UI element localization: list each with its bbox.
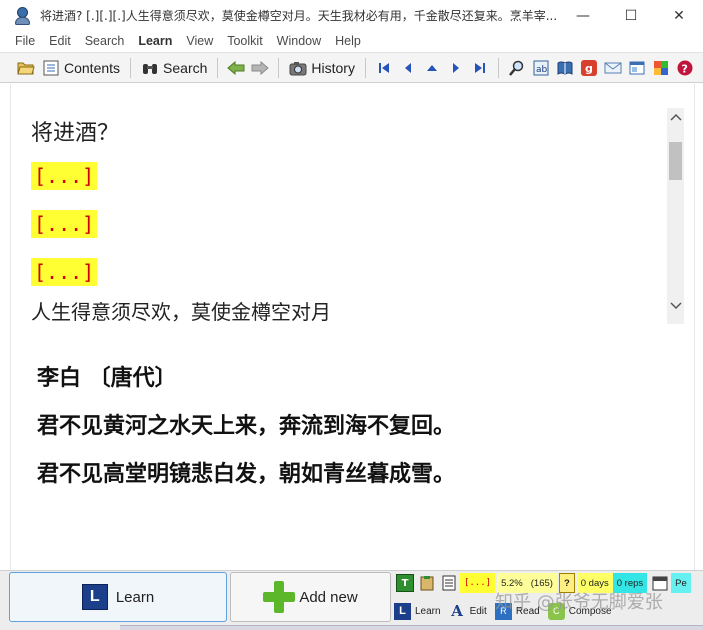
next-icon[interactable] <box>447 59 465 77</box>
tab-compose-label: Compose <box>568 605 612 617</box>
status-bar: T [...] 5.2% (165) ? 0 days 0 reps Pe <box>394 572 703 594</box>
history-label: History <box>311 59 355 76</box>
toolbar-divider <box>497 57 499 78</box>
mail-icon[interactable] <box>604 59 622 77</box>
toolbar-divider <box>278 57 280 78</box>
answer-pane[interactable]: 李白 〔唐代〕 君不见黄河之水天上来，奔流到海不复回。 君不见高堂明镜悲白发，朝… <box>37 354 657 498</box>
last-icon[interactable] <box>471 59 489 77</box>
learn-button[interactable]: L Learn <box>9 572 227 622</box>
question-title: 将进酒？ <box>31 121 120 146</box>
learn-icon: L <box>81 584 108 610</box>
window-controls: — ☐ ✕ <box>559 0 703 31</box>
percent-indicator: 5.2% (165) <box>497 573 557 593</box>
search-label: Search <box>163 59 208 76</box>
menu-search[interactable]: Search <box>78 34 132 48</box>
tab-learn[interactable]: L Learn <box>394 602 441 620</box>
menu-edit[interactable]: Edit <box>42 34 78 48</box>
title-bar: 将进酒? [.][.][.]人生得意须尽欢，莫使金樽空对月。天生我材必有用，千金… <box>0 0 703 31</box>
back-arrow-icon[interactable] <box>227 59 245 77</box>
learn-button-label: Learn <box>115 588 155 606</box>
window-layout-icon[interactable] <box>628 59 646 77</box>
answer-line: 君不见黄河之水天上来，奔流到海不复回。 <box>37 413 456 439</box>
contents-icon <box>42 59 60 77</box>
binoculars-icon <box>141 59 159 77</box>
cloze-status-icon[interactable]: [...] <box>460 573 496 593</box>
answer-author: 李白 〔唐代〕 <box>37 365 177 391</box>
reps-indicator: 0 reps <box>612 573 648 593</box>
question-pane[interactable]: 将进酒？ [...] [...] [...] 人生得意须尽欢，莫使金樽空对月 <box>31 112 651 324</box>
window-title: 将进酒? [.][.][.]人生得意须尽欢，莫使金樽空对月。天生我材必有用，千金… <box>40 9 558 23</box>
calendar-icon[interactable] <box>651 574 669 592</box>
document-icon[interactable] <box>440 574 458 592</box>
clipboard-icon[interactable] <box>418 574 436 592</box>
parent-icon[interactable] <box>423 59 441 77</box>
history-button[interactable]: History <box>285 56 359 80</box>
toolbar: Contents Search History ab g ? <box>0 52 703 83</box>
cloze-placeholder: [...] <box>31 258 98 286</box>
forward-arrow-icon[interactable] <box>251 59 270 77</box>
dictionary-icon[interactable]: ab <box>532 59 550 77</box>
open-folder-icon[interactable] <box>17 59 35 77</box>
book-icon[interactable] <box>556 59 574 77</box>
element-window: 将进酒？ [...] [...] [...] 人生得意须尽欢，莫使金樽空对月 李… <box>10 84 695 570</box>
menu-view[interactable]: View <box>179 34 220 48</box>
help-status-icon[interactable]: ? <box>558 573 575 593</box>
help-icon[interactable]: ? <box>676 59 694 77</box>
camera-icon <box>289 59 307 77</box>
bottom-strip <box>120 625 703 630</box>
count-value: (165) <box>530 577 553 589</box>
plus-icon <box>263 581 296 613</box>
add-new-button[interactable]: Add new <box>230 572 391 622</box>
app-icon <box>14 6 32 25</box>
answer-line: 君不见高堂明镜悲白发，朝如青丝暮成雪。 <box>37 461 456 487</box>
maximize-button[interactable]: ☐ <box>607 0 655 31</box>
minimize-button[interactable]: — <box>559 0 607 31</box>
cloze-placeholder: [...] <box>31 210 98 238</box>
learn-tab-icon: L <box>394 602 411 620</box>
scroll-thumb[interactable] <box>669 142 682 180</box>
topic-icon[interactable]: T <box>396 574 414 592</box>
add-new-label: Add new <box>299 588 358 606</box>
question-scrollbar[interactable] <box>667 108 684 324</box>
tab-compose[interactable]: C Compose <box>547 602 612 620</box>
contents-label: Contents <box>64 59 121 76</box>
tab-read-label: Read <box>515 605 540 617</box>
close-button[interactable]: ✕ <box>655 0 703 31</box>
toolbar-divider <box>130 57 132 78</box>
svg-text:g: g <box>585 62 593 75</box>
svg-text:ab: ab <box>536 65 548 75</box>
priority-indicator: Pe <box>671 573 691 593</box>
menu-toolkit[interactable]: Toolkit <box>220 34 269 48</box>
search-button[interactable]: Search <box>137 56 211 80</box>
bottom-panel: L Learn Add new T [...] 5.2% (165) ? 0 d… <box>0 570 703 630</box>
menu-bar: File Edit Search Learn View Toolkit Wind… <box>0 31 703 51</box>
tab-edit-label: Edit <box>469 605 487 617</box>
google-icon[interactable]: g <box>580 59 598 77</box>
menu-window[interactable]: Window <box>270 34 328 48</box>
magnifier-icon[interactable] <box>508 59 526 77</box>
compose-tab-icon: C <box>547 602 565 620</box>
toolbar-divider <box>364 57 366 78</box>
read-tab-icon: R <box>494 602 512 620</box>
scroll-up-icon[interactable] <box>667 108 684 125</box>
first-icon[interactable] <box>375 59 393 77</box>
mode-tabs: L Learn A Edit R Read C Compose <box>394 600 703 622</box>
toolbar-divider <box>217 57 219 78</box>
tab-learn-label: Learn <box>415 605 441 617</box>
menu-learn[interactable]: Learn <box>131 34 179 48</box>
color-palette-icon[interactable] <box>652 59 670 77</box>
question-overflow-line: 人生得意须尽欢，莫使金樽空对月 <box>31 300 331 324</box>
menu-file[interactable]: File <box>8 34 42 48</box>
tab-edit[interactable]: A Edit <box>449 602 487 620</box>
svg-text:?: ? <box>681 62 687 75</box>
days-indicator: 0 days <box>576 573 613 593</box>
percent-value: 5.2% <box>501 577 523 589</box>
edit-tab-icon: A <box>451 602 463 620</box>
tab-read[interactable]: R Read <box>494 602 540 620</box>
cloze-placeholder: [...] <box>31 162 98 190</box>
menu-help[interactable]: Help <box>328 34 368 48</box>
scroll-down-icon[interactable] <box>667 297 684 314</box>
contents-button[interactable]: Contents <box>38 56 124 80</box>
previous-icon[interactable] <box>399 59 417 77</box>
